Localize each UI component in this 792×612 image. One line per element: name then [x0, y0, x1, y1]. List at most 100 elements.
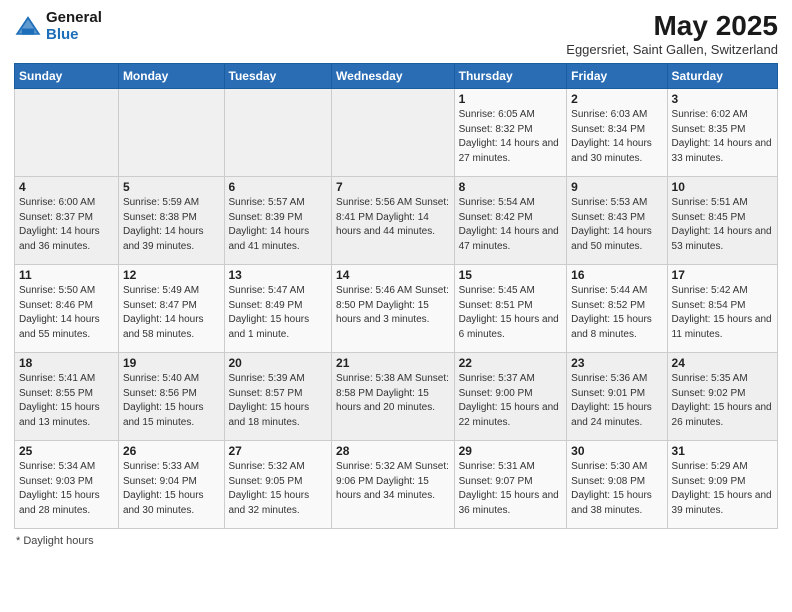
day-number: 15	[459, 268, 563, 282]
col-tuesday: Tuesday	[224, 64, 332, 89]
day-number: 21	[336, 356, 450, 370]
day-info: Sunrise: 5:30 AM Sunset: 9:08 PM Dayligh…	[571, 460, 662, 518]
day-cell: 28 Sunrise: 5:32 AM Sunset: 9:06 PM Dayli…	[332, 441, 455, 529]
day-number: 16	[571, 268, 662, 282]
day-number: 7	[336, 180, 450, 194]
week-row-1: 1 Sunrise: 6:05 AM Sunset: 8:32 PM Daylig…	[15, 89, 778, 177]
day-number: 30	[571, 444, 662, 458]
week-row-4: 18Sunrise: 5:41 AM Sunset: 8:55 PM Dayli…	[15, 353, 778, 441]
day-cell	[15, 89, 119, 177]
day-number: 23	[571, 356, 662, 370]
day-info: Sunrise: 5:35 AM Sunset: 9:02 PM Dayligh…	[672, 372, 773, 430]
col-saturday: Saturday	[667, 64, 777, 89]
day-cell: 27 Sunrise: 5:32 AM Sunset: 9:05 PM Dayli…	[224, 441, 332, 529]
day-number: 18	[19, 356, 114, 370]
main-title: May 2025	[566, 10, 778, 42]
day-info: Sunrise: 6:00 AM Sunset: 8:37 PM Dayligh…	[19, 196, 114, 254]
day-info: Sunrise: 6:02 AM Sunset: 8:35 PM Dayligh…	[672, 108, 773, 166]
day-cell: 12 Sunrise: 5:49 AM Sunset: 8:47 PM Dayli…	[118, 265, 224, 353]
day-cell: 17 Sunrise: 5:42 AM Sunset: 8:54 PM Dayli…	[667, 265, 777, 353]
day-number: 26	[123, 444, 220, 458]
week-row-5: 25Sunrise: 5:34 AM Sunset: 9:03 PM Dayli…	[15, 441, 778, 529]
day-cell: 2 Sunrise: 6:03 AM Sunset: 8:34 PM Daylig…	[567, 89, 667, 177]
day-number: 4	[19, 180, 114, 194]
day-info: Sunrise: 6:03 AM Sunset: 8:34 PM Dayligh…	[571, 108, 662, 166]
day-info: Sunrise: 5:38 AM Sunset: 8:58 PM Dayligh…	[336, 372, 450, 416]
day-cell: 31Sunrise: 5:29 AM Sunset: 9:09 PM Dayli…	[667, 441, 777, 529]
day-number: 22	[459, 356, 563, 370]
day-cell: 11 Sunrise: 5:50 AM Sunset: 8:46 PM Dayli…	[15, 265, 119, 353]
day-info: Sunrise: 5:32 AM Sunset: 9:05 PM Dayligh…	[229, 460, 328, 518]
day-info: Sunrise: 5:37 AM Sunset: 9:00 PM Dayligh…	[459, 372, 563, 430]
day-info: Sunrise: 5:51 AM Sunset: 8:45 PM Dayligh…	[672, 196, 773, 254]
logo-icon	[14, 13, 42, 41]
day-cell: 4 Sunrise: 6:00 AM Sunset: 8:37 PM Daylig…	[15, 177, 119, 265]
day-info: Sunrise: 5:45 AM Sunset: 8:51 PM Dayligh…	[459, 284, 563, 342]
day-cell: 16Sunrise: 5:44 AM Sunset: 8:52 PM Dayli…	[567, 265, 667, 353]
day-info: Sunrise: 5:40 AM Sunset: 8:56 PM Dayligh…	[123, 372, 220, 430]
day-cell: 22 Sunrise: 5:37 AM Sunset: 9:00 PM Dayli…	[454, 353, 567, 441]
day-cell	[224, 89, 332, 177]
day-number: 25	[19, 444, 114, 458]
day-info: Sunrise: 5:57 AM Sunset: 8:39 PM Dayligh…	[229, 196, 328, 254]
day-info: Sunrise: 5:47 AM Sunset: 8:49 PM Dayligh…	[229, 284, 328, 342]
day-number: 24	[672, 356, 773, 370]
day-info: Sunrise: 5:39 AM Sunset: 8:57 PM Dayligh…	[229, 372, 328, 430]
day-cell: 3 Sunrise: 6:02 AM Sunset: 8:35 PM Daylig…	[667, 89, 777, 177]
day-info: Sunrise: 5:31 AM Sunset: 9:07 PM Dayligh…	[459, 460, 563, 518]
footer-text: Daylight hours	[23, 535, 93, 547]
day-number: 19	[123, 356, 220, 370]
day-info: Sunrise: 5:33 AM Sunset: 9:04 PM Dayligh…	[123, 460, 220, 518]
day-info: Sunrise: 5:46 AM Sunset: 8:50 PM Dayligh…	[336, 284, 450, 328]
day-number: 28	[336, 444, 450, 458]
day-cell: 29 Sunrise: 5:31 AM Sunset: 9:07 PM Dayli…	[454, 441, 567, 529]
day-cell: 25Sunrise: 5:34 AM Sunset: 9:03 PM Dayli…	[15, 441, 119, 529]
day-cell: 21 Sunrise: 5:38 AM Sunset: 8:58 PM Dayli…	[332, 353, 455, 441]
logo-blue-text: Blue	[46, 27, 102, 44]
day-cell: 13Sunrise: 5:47 AM Sunset: 8:49 PM Dayli…	[224, 265, 332, 353]
day-cell	[118, 89, 224, 177]
subtitle: Eggersriet, Saint Gallen, Switzerland	[566, 42, 778, 57]
day-cell	[332, 89, 455, 177]
logo-general-text: General	[46, 10, 102, 27]
logo-text: General Blue	[46, 10, 102, 43]
day-info: Sunrise: 5:53 AM Sunset: 8:43 PM Dayligh…	[571, 196, 662, 254]
day-number: 8	[459, 180, 563, 194]
col-friday: Friday	[567, 64, 667, 89]
day-cell: 30 Sunrise: 5:30 AM Sunset: 9:08 PM Dayli…	[567, 441, 667, 529]
day-number: 1	[459, 92, 563, 106]
day-cell: 8 Sunrise: 5:54 AM Sunset: 8:42 PM Daylig…	[454, 177, 567, 265]
day-info: Sunrise: 6:05 AM Sunset: 8:32 PM Dayligh…	[459, 108, 563, 166]
day-number: 29	[459, 444, 563, 458]
day-number: 11	[19, 268, 114, 282]
day-info: Sunrise: 5:42 AM Sunset: 8:54 PM Dayligh…	[672, 284, 773, 342]
footer-note: * Daylight hours	[14, 535, 778, 547]
day-cell: 9Sunrise: 5:53 AM Sunset: 8:43 PM Daylig…	[567, 177, 667, 265]
header-row: Sunday Monday Tuesday Wednesday Thursday…	[15, 64, 778, 89]
day-info: Sunrise: 5:50 AM Sunset: 8:46 PM Dayligh…	[19, 284, 114, 342]
day-info: Sunrise: 5:36 AM Sunset: 9:01 PM Dayligh…	[571, 372, 662, 430]
day-info: Sunrise: 5:56 AM Sunset: 8:41 PM Dayligh…	[336, 196, 450, 240]
logo: General Blue	[14, 10, 102, 43]
title-block: May 2025 Eggersriet, Saint Gallen, Switz…	[566, 10, 778, 57]
day-number: 3	[672, 92, 773, 106]
col-sunday: Sunday	[15, 64, 119, 89]
day-cell: 6Sunrise: 5:57 AM Sunset: 8:39 PM Daylig…	[224, 177, 332, 265]
day-info: Sunrise: 5:49 AM Sunset: 8:47 PM Dayligh…	[123, 284, 220, 342]
day-number: 27	[229, 444, 328, 458]
day-info: Sunrise: 5:59 AM Sunset: 8:38 PM Dayligh…	[123, 196, 220, 254]
week-row-3: 11 Sunrise: 5:50 AM Sunset: 8:46 PM Dayli…	[15, 265, 778, 353]
day-cell: 5Sunrise: 5:59 AM Sunset: 8:38 PM Daylig…	[118, 177, 224, 265]
day-cell: 23 Sunrise: 5:36 AM Sunset: 9:01 PM Dayli…	[567, 353, 667, 441]
week-row-2: 4 Sunrise: 6:00 AM Sunset: 8:37 PM Daylig…	[15, 177, 778, 265]
col-monday: Monday	[118, 64, 224, 89]
day-info: Sunrise: 5:29 AM Sunset: 9:09 PM Dayligh…	[672, 460, 773, 518]
day-info: Sunrise: 5:32 AM Sunset: 9:06 PM Dayligh…	[336, 460, 450, 504]
day-cell: 19 Sunrise: 5:40 AM Sunset: 8:56 PM Dayli…	[118, 353, 224, 441]
page: General Blue May 2025 Eggersriet, Saint …	[0, 0, 792, 612]
day-info: Sunrise: 5:54 AM Sunset: 8:42 PM Dayligh…	[459, 196, 563, 254]
day-number: 2	[571, 92, 662, 106]
day-number: 12	[123, 268, 220, 282]
day-number: 17	[672, 268, 773, 282]
calendar-table: Sunday Monday Tuesday Wednesday Thursday…	[14, 63, 778, 529]
